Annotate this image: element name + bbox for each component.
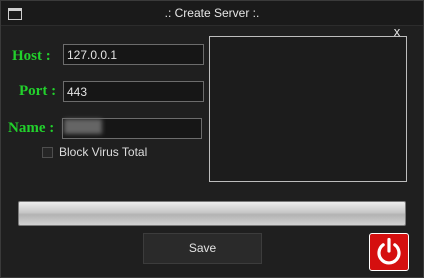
progress-bar bbox=[18, 201, 406, 226]
power-button[interactable] bbox=[369, 233, 409, 271]
title-bar[interactable]: .: Create Server :. bbox=[1, 1, 423, 26]
block-virus-total-option[interactable]: Block Virus Total bbox=[42, 144, 147, 160]
icon-preview-box[interactable] bbox=[209, 36, 407, 182]
window-title: .: Create Server :. bbox=[164, 6, 260, 20]
port-input[interactable] bbox=[63, 81, 204, 102]
block-virus-total-checkbox[interactable] bbox=[42, 146, 53, 158]
block-virus-total-label: Block Virus Total bbox=[59, 145, 148, 159]
save-button[interactable]: Save bbox=[143, 233, 262, 264]
power-icon bbox=[377, 237, 401, 265]
host-label: Host : bbox=[12, 48, 51, 64]
redacted-name-value bbox=[64, 119, 102, 134]
create-server-window: .: Create Server :. x Host : Port : Name… bbox=[0, 0, 424, 278]
port-label: Port : bbox=[19, 83, 57, 99]
host-input[interactable] bbox=[63, 44, 204, 65]
name-label: Name : bbox=[8, 120, 55, 136]
